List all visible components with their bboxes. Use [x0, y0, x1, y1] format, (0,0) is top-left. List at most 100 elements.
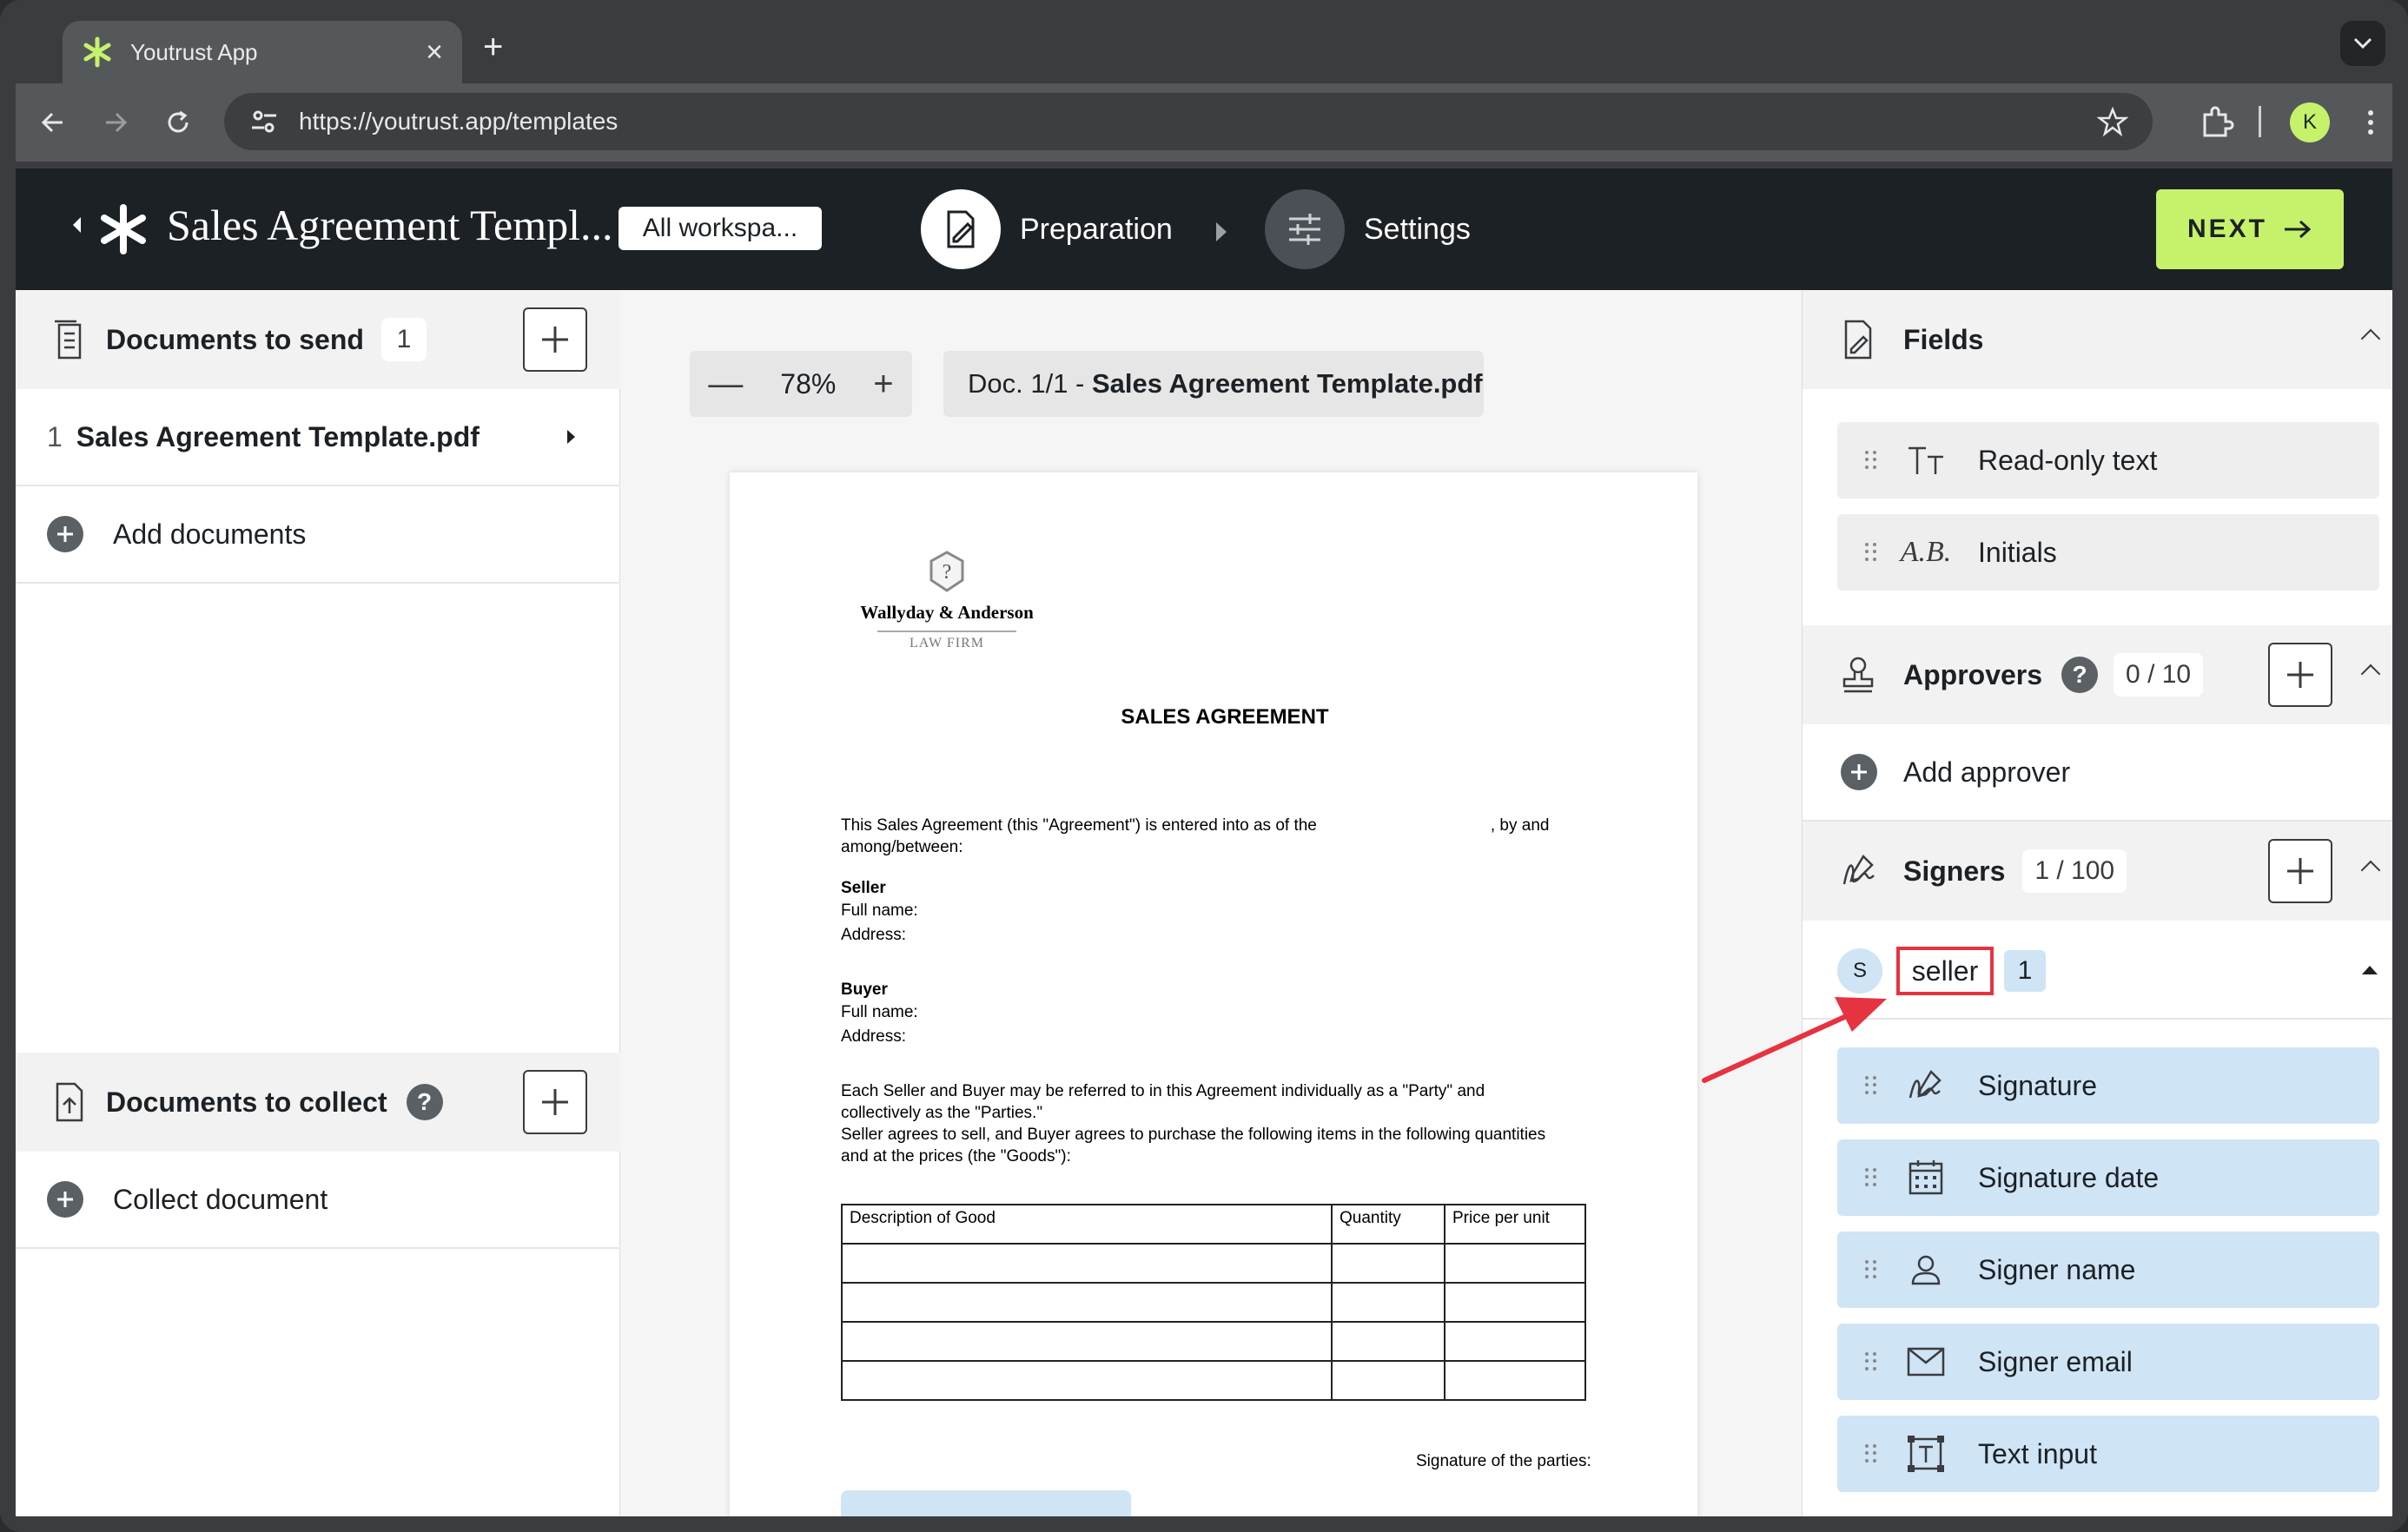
table-row [841, 1282, 1586, 1323]
plus-icon [542, 1089, 568, 1115]
plus-icon [2287, 858, 2313, 884]
pdf-page[interactable]: ? Wallyday & Anderson LAW FIRM SALES AGR… [730, 472, 1697, 1516]
sliders-icon [1265, 189, 1345, 269]
chevron-up-icon[interactable] [2360, 664, 2381, 684]
step-settings[interactable]: Settings [1265, 189, 1471, 269]
add-document-button[interactable] [523, 307, 587, 372]
approvers-header[interactable]: Approvers ? 0 / 10 [1803, 625, 2392, 724]
field-text-input[interactable]: Text input [1837, 1416, 2379, 1492]
back-button[interactable] [33, 102, 73, 142]
browser-tab[interactable]: Youtrust App × [63, 21, 462, 83]
person-icon [1905, 1249, 1947, 1291]
fields-panel: Fields Read-only text A.B. Initials Appr… [1802, 290, 2392, 1516]
buyer-heading: Buyer [841, 981, 888, 999]
add-signer-button[interactable] [2268, 839, 2332, 903]
seller-heading: Seller [841, 879, 886, 897]
drag-handle-icon[interactable] [1865, 451, 1877, 470]
collapse-triangle-icon[interactable] [2362, 966, 2378, 974]
field-label: Signature [1978, 1069, 2097, 1101]
firm-name: Wallyday & Anderson [860, 602, 1034, 623]
site-settings-icon[interactable] [248, 106, 280, 137]
caret-right-icon[interactable] [567, 430, 575, 444]
signer-field-count: 1 [2004, 950, 2046, 992]
forward-button[interactable] [96, 102, 136, 142]
drag-handle-icon[interactable] [1865, 1444, 1877, 1463]
document-selector[interactable]: Doc. 1/1 - Sales Agreement Template.pdf [943, 351, 1484, 417]
add-approver-button[interactable] [2268, 643, 2332, 707]
signature-field-placeholder[interactable] [841, 1490, 1131, 1516]
section-title: Fields [1903, 323, 1984, 355]
drag-handle-icon[interactable] [1865, 1168, 1877, 1187]
signature-icon [1905, 1065, 1947, 1106]
add-collect-button[interactable] [523, 1070, 587, 1134]
profile-avatar[interactable]: K [2290, 102, 2330, 142]
drag-handle-icon[interactable] [1865, 1260, 1877, 1279]
drag-handle-icon[interactable] [1865, 1076, 1877, 1095]
signers-header[interactable]: Signers 1 / 100 [1803, 822, 2392, 921]
youtrust-logo-icon [83, 36, 111, 68]
bookmark-star-icon[interactable] [2097, 106, 2128, 137]
documents-panel: Documents to send 1 1 Sales Agreement Te… [16, 290, 620, 1516]
document-edit-icon [1844, 320, 1872, 360]
firm-logo: ? Wallyday & Anderson LAW FIRM [834, 551, 1060, 651]
reload-icon [168, 110, 189, 133]
add-documents-row[interactable]: Add documents [16, 486, 620, 584]
app-root: Sales Agreement Templ... All workspa... … [16, 168, 2392, 1516]
field-initials[interactable]: A.B. Initials [1837, 514, 2379, 591]
signer-seller[interactable]: S seller 1 [1803, 921, 2392, 1020]
field-label: Signature date [1978, 1161, 2160, 1193]
approvers-count: 0 / 10 [2114, 653, 2204, 697]
field-label: Read-only text [1978, 444, 2158, 476]
collect-document-label: Collect document [113, 1183, 328, 1215]
chevron-up-icon[interactable] [2360, 328, 2381, 349]
fields-header[interactable]: Fields [1803, 290, 2392, 389]
tab-close-icon[interactable]: × [426, 37, 443, 67]
browser-menu-icon[interactable] [2358, 102, 2384, 142]
field-read-only-text[interactable]: Read-only text [1837, 422, 2379, 499]
plus-circle-icon [1841, 754, 1877, 790]
workspace-badge[interactable]: All workspa... [619, 207, 822, 250]
signer-name-highlighted[interactable]: seller [1896, 947, 1994, 995]
help-icon[interactable]: ? [406, 1084, 443, 1120]
signer-avatar: S [1837, 948, 1882, 994]
field-signer-name[interactable]: Signer name [1837, 1232, 2379, 1308]
drag-handle-icon[interactable] [1865, 543, 1877, 562]
new-tab-icon[interactable]: + [483, 30, 503, 64]
field-signer-email[interactable]: Signer email [1837, 1324, 2379, 1400]
extensions-icon[interactable] [2198, 104, 2234, 141]
drag-handle-icon[interactable] [1865, 1352, 1877, 1371]
document-name: Sales Agreement Template.pdf [76, 420, 480, 452]
plus-icon [542, 327, 568, 353]
goods-line-2: and at the prices (the "Goods"): [841, 1147, 1071, 1166]
field-label: Signer name [1978, 1253, 2136, 1285]
table-row [841, 1321, 1586, 1362]
zoom-in-button[interactable]: + [873, 366, 893, 401]
tab-search-button[interactable] [2340, 21, 2385, 66]
field-signature[interactable]: Signature [1837, 1047, 2379, 1124]
zoom-level: 78% [780, 367, 837, 400]
table-header: Quantity [1331, 1204, 1445, 1245]
chevron-up-icon[interactable] [2360, 860, 2381, 881]
address-bar[interactable]: https://youtrust.app/templates [224, 93, 2153, 150]
table-row [841, 1243, 1586, 1284]
goods-table: Description of Good Quantity Price per u… [841, 1204, 1586, 1401]
collect-document-row[interactable]: Collect document [16, 1152, 620, 1249]
app-header: Sales Agreement Templ... All workspa... … [16, 168, 2392, 290]
help-icon[interactable]: ? [2061, 657, 2099, 693]
arrow-left-icon [41, 112, 63, 133]
seller-address: Address: [841, 926, 906, 944]
table-header: Description of Good [841, 1204, 1333, 1245]
add-approver-row[interactable]: Add approver [1803, 724, 2392, 822]
next-button[interactable]: NEXT [2156, 189, 2344, 269]
document-list-item[interactable]: 1 Sales Agreement Template.pdf [16, 389, 620, 486]
zoom-out-button[interactable]: — [708, 366, 743, 401]
field-signature-date[interactable]: Signature date [1837, 1139, 2379, 1216]
back-caret-icon[interactable] [73, 217, 81, 233]
envelope-icon [1905, 1341, 1947, 1383]
stamp-icon [1842, 657, 1874, 693]
reload-button[interactable] [158, 102, 198, 142]
template-title[interactable]: Sales Agreement Templ... [167, 200, 620, 250]
step-preparation[interactable]: Preparation [921, 189, 1173, 269]
step-label: Settings [1364, 212, 1471, 246]
doc-name: Sales Agreement Template.pdf [1092, 368, 1483, 399]
